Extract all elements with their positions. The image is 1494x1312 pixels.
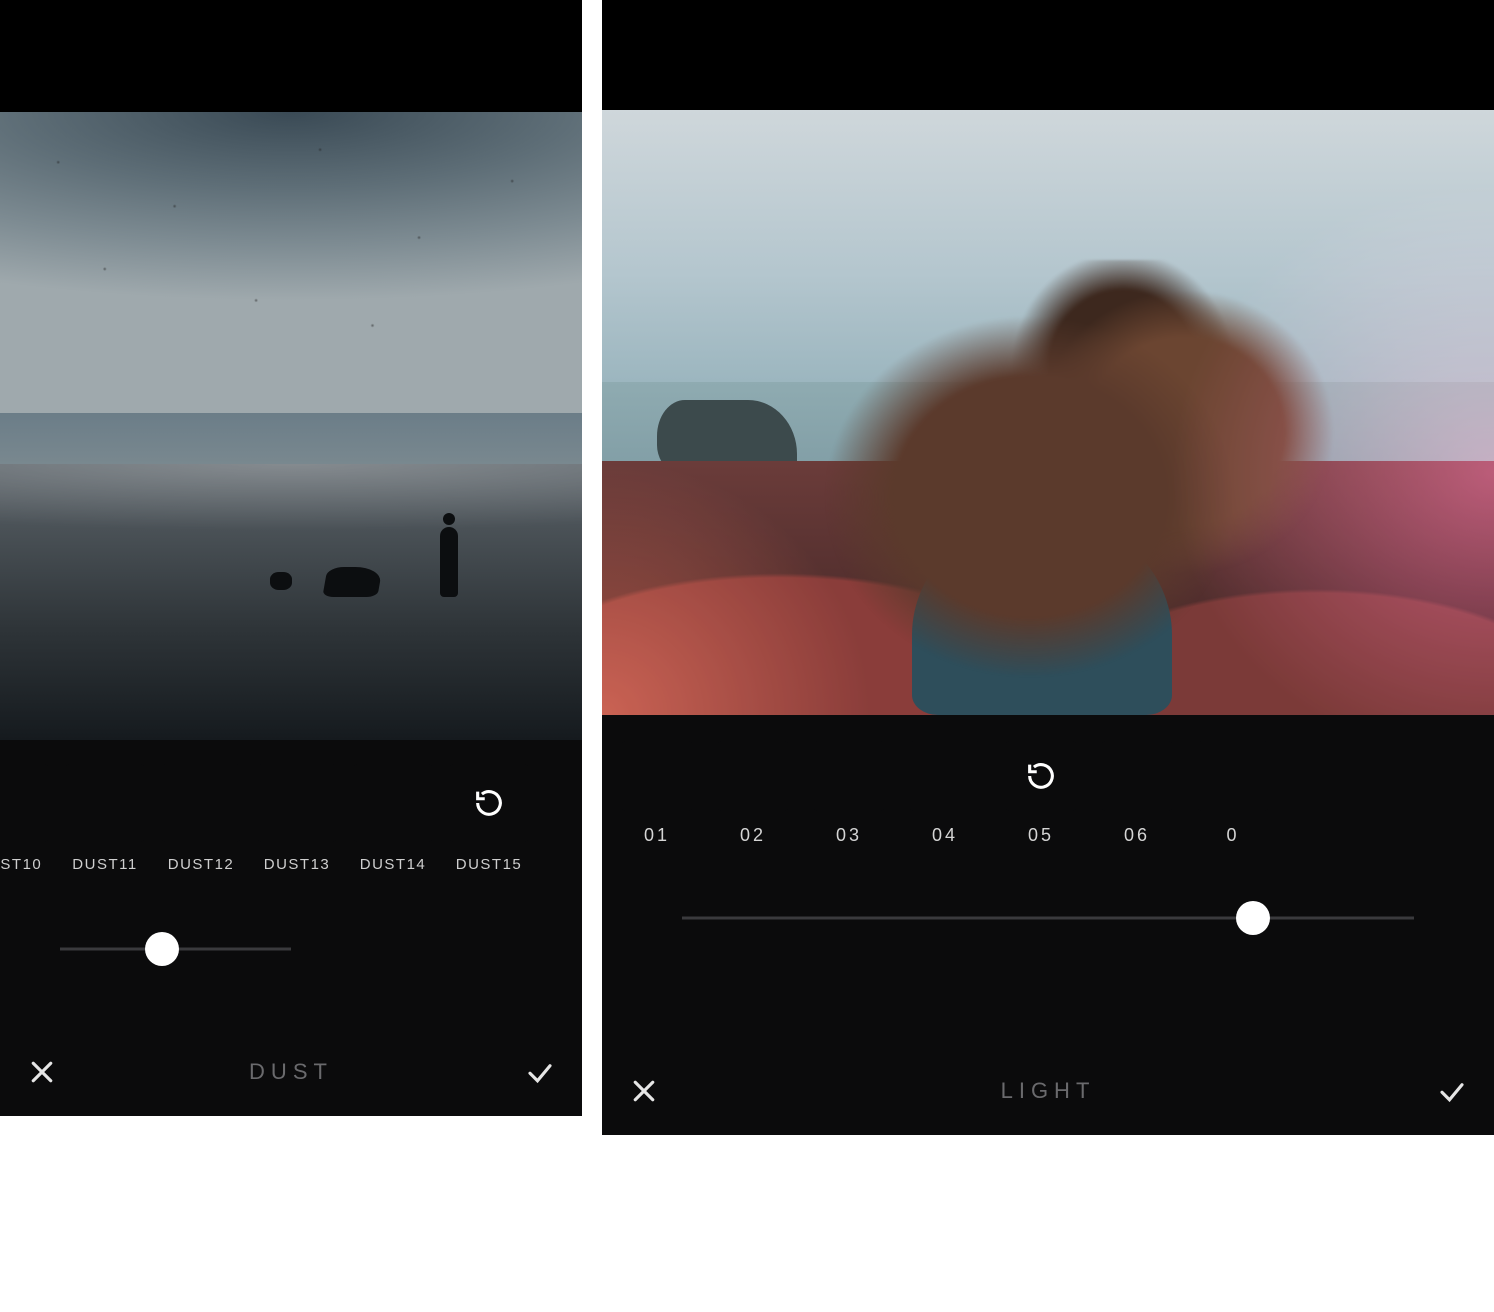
filter-thumb-04[interactable]: 04 (910, 741, 980, 846)
thumb-preview (1006, 741, 1076, 811)
slider-knob[interactable] (145, 932, 179, 966)
thumb-label: 06 (1124, 825, 1150, 846)
thumb-label: 01 (644, 825, 670, 846)
editor-screen-light: 01 02 03 04 05 06 0 (602, 0, 1494, 1135)
thumb-preview (1198, 741, 1268, 811)
filter-thumb-dust13[interactable]: DUST13 (258, 764, 336, 873)
check-icon (525, 1057, 555, 1087)
thumb-preview (0, 764, 48, 842)
thumb-label: DUST15 (456, 856, 523, 873)
thumb-label: 04 (932, 825, 958, 846)
cancel-button[interactable] (626, 1073, 662, 1109)
bottom-bar: LIGHT (602, 1057, 1494, 1135)
thumb-preview (814, 741, 884, 811)
editor-screen-dust: DUST10 DUST11 DUST12 DUST13 DUST14 DUST1… (0, 0, 582, 1116)
cancel-button[interactable] (24, 1054, 60, 1090)
thumb-label: DUST14 (360, 856, 427, 873)
thumb-preview (718, 741, 788, 811)
filter-strip[interactable]: 01 02 03 04 05 06 0 (602, 715, 1494, 846)
intensity-slider[interactable] (0, 873, 582, 965)
thumb-preview (354, 764, 432, 842)
slider-track (682, 917, 1414, 920)
filter-strip[interactable]: DUST10 DUST11 DUST12 DUST13 DUST14 DUST1… (0, 740, 582, 873)
category-title: DUST (60, 1059, 522, 1085)
status-bar (602, 0, 1494, 110)
bottom-bar: DUST (0, 1038, 582, 1116)
intensity-slider[interactable] (602, 846, 1494, 934)
confirm-button[interactable] (522, 1054, 558, 1090)
thumb-label: 05 (1028, 825, 1054, 846)
filter-thumb-dust10[interactable]: DUST10 (0, 764, 48, 873)
thumb-label: DUST10 (0, 856, 42, 873)
filter-thumb-dust14[interactable]: DUST14 (354, 764, 432, 873)
status-bar (0, 0, 582, 112)
check-icon (1437, 1076, 1467, 1106)
thumb-preview (1102, 741, 1172, 811)
filter-thumb-03[interactable]: 03 (814, 741, 884, 846)
slider-knob[interactable] (1236, 901, 1270, 935)
filter-thumb-02[interactable]: 02 (718, 741, 788, 846)
reset-icon (450, 764, 528, 842)
filter-thumb-dust12[interactable]: DUST12 (162, 764, 240, 873)
thumb-label: DUST13 (264, 856, 331, 873)
thumb-preview (162, 764, 240, 842)
thumb-label: 03 (836, 825, 862, 846)
filter-thumb-dust15[interactable]: DUST15 (450, 764, 528, 873)
thumb-label: 0 (1226, 825, 1239, 846)
thumb-preview (66, 764, 144, 842)
dust-overlay (0, 112, 582, 740)
filter-thumb-01[interactable]: 01 (622, 741, 692, 846)
reset-icon (1006, 741, 1076, 811)
close-icon (629, 1076, 659, 1106)
photo-preview[interactable] (0, 112, 582, 740)
light-leak-overlay (602, 110, 1494, 715)
filter-thumb-07[interactable]: 0 (1198, 741, 1268, 846)
thumb-label: DUST11 (72, 856, 137, 873)
close-icon (27, 1057, 57, 1087)
confirm-button[interactable] (1434, 1073, 1470, 1109)
filter-thumb-05[interactable]: 05 (1006, 741, 1076, 846)
filter-thumb-06[interactable]: 06 (1102, 741, 1172, 846)
category-title: LIGHT (662, 1078, 1434, 1104)
thumb-label: 02 (740, 825, 766, 846)
thumb-preview (450, 764, 528, 842)
photo-preview[interactable] (602, 110, 1494, 715)
thumb-preview (622, 741, 692, 811)
filter-thumb-dust11[interactable]: DUST11 (66, 764, 144, 873)
thumb-preview (910, 741, 980, 811)
thumb-label: DUST12 (168, 856, 235, 873)
thumb-preview (258, 764, 336, 842)
